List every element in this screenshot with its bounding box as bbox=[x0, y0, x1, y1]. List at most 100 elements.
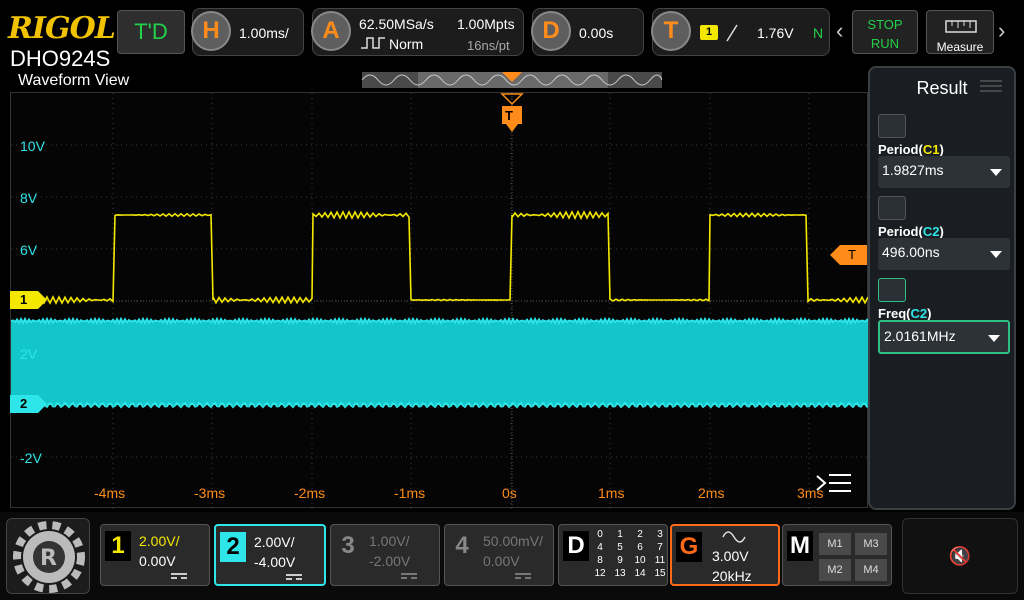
math-m3[interactable]: M3 bbox=[855, 533, 887, 555]
acquire-menu[interactable]: A 62.50MSa/s Norm 1.00Mpts 16ns/pt bbox=[311, 8, 524, 56]
trigger-menu[interactable]: T 1.76V N bbox=[651, 8, 830, 56]
x-label: -3ms bbox=[194, 485, 226, 501]
channel-1-offset: 0.00V bbox=[139, 553, 176, 569]
trigger-source-badge: 1 bbox=[700, 25, 718, 40]
channel-3-number: 3 bbox=[341, 532, 355, 559]
run-label: RUN bbox=[870, 36, 900, 51]
digital-bit: 12 bbox=[594, 568, 606, 579]
channel-2-box[interactable]: 2 2.00V/ -4.00V bbox=[214, 524, 326, 586]
y-label-6v: 6V bbox=[20, 242, 38, 258]
math-key: M bbox=[787, 531, 813, 561]
period-icon bbox=[878, 114, 906, 138]
list-icon[interactable] bbox=[980, 78, 1002, 94]
measure-button[interactable]: Measure bbox=[926, 10, 994, 54]
channel-2-offset: -4.00V bbox=[254, 554, 296, 570]
digital-channels-box[interactable]: D 0 1 2 3 4 5 6 7 8 9 10 11 12 13 14 15 bbox=[558, 524, 668, 586]
dc-coupling-icon bbox=[401, 573, 417, 579]
acquire-pulse-icon bbox=[361, 37, 385, 49]
speaker-mute-icon: 🔇 bbox=[948, 545, 972, 566]
top-bar: RIGOL DHO924S T'D H 1.00ms/ A 62.50MSa/s… bbox=[0, 0, 1024, 70]
measurement-value[interactable]: 2.0161MHz bbox=[878, 320, 1010, 354]
digital-bit: 8 bbox=[597, 555, 603, 566]
channel-1-scale: 2.00V/ bbox=[139, 533, 180, 549]
digital-bit: 5 bbox=[617, 542, 623, 553]
channel-4-offset: 0.00V bbox=[483, 553, 520, 569]
acquire-key[interactable]: A bbox=[311, 11, 351, 51]
ch2-trace-band bbox=[11, 321, 869, 405]
chevron-down-icon[interactable] bbox=[990, 169, 1002, 176]
sample-rate: 62.50MSa/s bbox=[359, 16, 434, 32]
period-icon bbox=[878, 196, 906, 220]
home-menu-button[interactable]: R bbox=[6, 518, 90, 594]
memory-position-bar[interactable] bbox=[362, 70, 662, 90]
x-label: -4ms bbox=[94, 485, 126, 501]
math-m2[interactable]: M2 bbox=[819, 559, 851, 581]
channel-1-number: 1 bbox=[105, 531, 131, 561]
rising-edge-icon bbox=[726, 24, 738, 42]
channel-1-box[interactable]: 1 2.00V/ 0.00V bbox=[100, 524, 210, 586]
digital-bit: 9 bbox=[617, 555, 623, 566]
delay-value: 0.00s bbox=[579, 25, 614, 41]
menu-icon[interactable] bbox=[815, 470, 853, 498]
trigger-level: 1.76V bbox=[757, 25, 794, 41]
math-m4[interactable]: M4 bbox=[855, 559, 887, 581]
measurement-value[interactable]: 1.9827ms bbox=[878, 156, 1010, 188]
trigger-level-label: T bbox=[848, 247, 856, 262]
ch1-trace bbox=[11, 209, 869, 305]
channel-3-offset: -2.00V bbox=[369, 553, 411, 569]
digital-bit: 2 bbox=[637, 529, 643, 540]
chevron-down-icon[interactable] bbox=[988, 335, 1000, 342]
channel-4-box[interactable]: 4 50.00mV/ 0.00V bbox=[444, 524, 554, 586]
ch2-marker-label: 2 bbox=[20, 396, 28, 411]
trigger-key[interactable]: T bbox=[651, 11, 691, 51]
math-m1[interactable]: M1 bbox=[819, 533, 851, 555]
digital-bit: 0 bbox=[597, 529, 603, 540]
y-label-10v: 10V bbox=[20, 138, 45, 154]
model-name: DHO924S bbox=[10, 46, 111, 71]
digital-bit: 6 bbox=[637, 542, 643, 553]
trigger-status: N bbox=[813, 25, 824, 41]
ch2-offset-marker[interactable] bbox=[10, 394, 48, 414]
digital-bit: 7 bbox=[657, 542, 663, 553]
sine-wave-icon bbox=[722, 531, 746, 543]
frequency-icon bbox=[878, 278, 906, 302]
measurement-name: Period(C2) bbox=[878, 224, 944, 239]
y-label-neg2v: -2V bbox=[20, 450, 42, 466]
rigol-logo: RIGOL bbox=[8, 11, 116, 46]
generator-key: G bbox=[676, 532, 702, 562]
measurement-value[interactable]: 496.00ns bbox=[878, 238, 1010, 270]
time-resolution: 16ns/pt bbox=[467, 38, 510, 53]
waveform-canvas bbox=[11, 93, 869, 509]
scroll-left-icon[interactable]: ‹ bbox=[836, 18, 843, 44]
trigger-position-label: T bbox=[505, 108, 513, 123]
mute-button[interactable]: 🔇 bbox=[902, 518, 1018, 594]
channel-4-scale: 50.00mV/ bbox=[483, 533, 543, 549]
waveform-view-title: Waveform View bbox=[18, 72, 130, 89]
digital-bit: 4 bbox=[597, 542, 603, 553]
delay-menu[interactable]: D 0.00s bbox=[531, 8, 644, 56]
timebase-mode-button[interactable]: T'D bbox=[117, 10, 185, 54]
measurement-name: Freq(C2) bbox=[878, 306, 932, 321]
measurement-name: Period(C1) bbox=[878, 142, 944, 157]
run-stop-button[interactable]: STOP RUN bbox=[852, 10, 918, 54]
delay-key[interactable]: D bbox=[531, 11, 571, 51]
digital-key: D bbox=[563, 531, 589, 561]
svg-text:R: R bbox=[40, 546, 57, 571]
scroll-right-icon[interactable]: › bbox=[998, 18, 1005, 44]
y-label-8v: 8V bbox=[20, 190, 38, 206]
chevron-down-icon[interactable] bbox=[990, 251, 1002, 258]
digital-bit: 11 bbox=[654, 555, 666, 566]
acquire-mode: Norm bbox=[389, 36, 424, 52]
ch1-offset-marker[interactable] bbox=[10, 290, 48, 310]
generator-amplitude: 3.00V bbox=[712, 548, 749, 564]
math-box[interactable]: M M1 M3 M2 M4 bbox=[782, 524, 892, 586]
horizontal-scale: 1.00ms/ bbox=[239, 25, 289, 41]
y-label-2v: 2V bbox=[20, 346, 38, 362]
waveform-grid[interactable] bbox=[10, 92, 869, 509]
horizontal-key[interactable]: H bbox=[191, 11, 231, 51]
stop-label: STOP bbox=[867, 17, 903, 32]
horizontal-menu[interactable]: H 1.00ms/ bbox=[191, 8, 304, 56]
channel-3-box[interactable]: 3 1.00V/ -2.00V bbox=[330, 524, 440, 586]
measure-label: Measure bbox=[936, 40, 984, 54]
generator-box[interactable]: G 3.00V 20kHz bbox=[670, 524, 780, 586]
